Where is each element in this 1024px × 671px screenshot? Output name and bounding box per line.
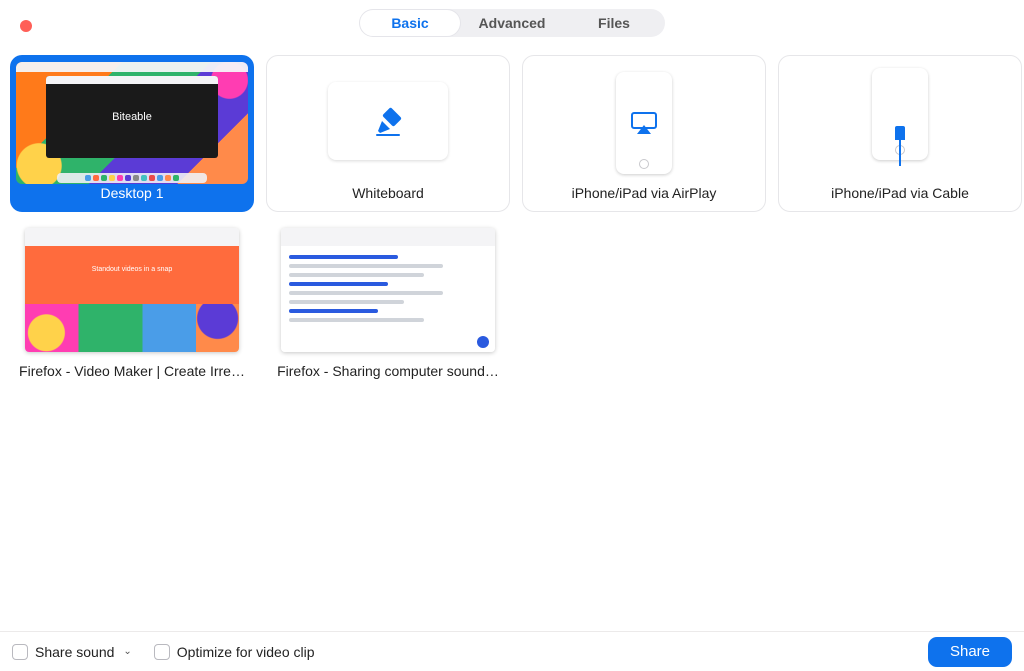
source-cable[interactable]: iPhone/iPad via Cable <box>778 55 1022 212</box>
source-firefox-video-maker[interactable]: Firefox - Video Maker | Create Irre… <box>10 224 254 381</box>
source-whiteboard[interactable]: Whiteboard <box>266 55 510 212</box>
share-button[interactable]: Share <box>928 637 1012 667</box>
chevron-down-icon[interactable]: ⌄ <box>123 646 131 657</box>
airplay-icon <box>631 112 657 134</box>
source-label: Whiteboard <box>267 185 509 201</box>
firefox-window-thumbnail <box>281 228 495 352</box>
tab-files[interactable]: Files <box>563 9 665 37</box>
source-label: Firefox - Video Maker | Create Irre… <box>10 363 254 379</box>
source-desktop-1[interactable]: Biteable Desktop 1 <box>10 55 254 212</box>
optimize-video-checkbox[interactable]: Optimize for video clip <box>154 644 315 660</box>
whiteboard-thumbnail <box>328 82 448 160</box>
source-airplay[interactable]: iPhone/iPad via AirPlay <box>522 55 766 212</box>
footer-bar: Share sound ⌄ Optimize for video clip Sh… <box>0 631 1024 671</box>
close-window-button[interactable] <box>20 20 32 32</box>
source-label: Firefox - Sharing computer sound… <box>266 363 510 379</box>
tab-advanced[interactable]: Advanced <box>461 9 563 37</box>
tab-basic[interactable]: Basic <box>359 9 461 37</box>
share-sound-checkbox[interactable]: Share sound ⌄ <box>12 644 132 660</box>
cable-phone-thumbnail <box>872 68 928 160</box>
source-label: iPhone/iPad via AirPlay <box>523 185 765 201</box>
optimize-label: Optimize for video clip <box>177 644 315 660</box>
checkbox-box <box>154 644 170 660</box>
source-firefox-sharing-sound[interactable]: Firefox - Sharing computer sound… <box>266 224 510 381</box>
share-sound-label: Share sound <box>35 644 114 660</box>
source-label: Desktop 1 <box>11 185 253 201</box>
share-screen-window: Basic Advanced Files Biteable Desktop 1 <box>0 0 1024 671</box>
share-source-grid: Biteable Desktop 1 Whiteboard <box>10 55 1014 381</box>
checkbox-box <box>12 644 28 660</box>
desktop-1-thumbnail: Biteable <box>16 62 248 184</box>
cable-icon <box>895 126 905 166</box>
marker-icon <box>370 103 406 139</box>
firefox-window-thumbnail <box>25 228 239 352</box>
desktop-preview-text: Biteable <box>112 111 152 123</box>
share-mode-tabs: Basic Advanced Files <box>359 9 665 37</box>
airplay-phone-thumbnail <box>616 72 672 174</box>
source-label: iPhone/iPad via Cable <box>779 185 1021 201</box>
